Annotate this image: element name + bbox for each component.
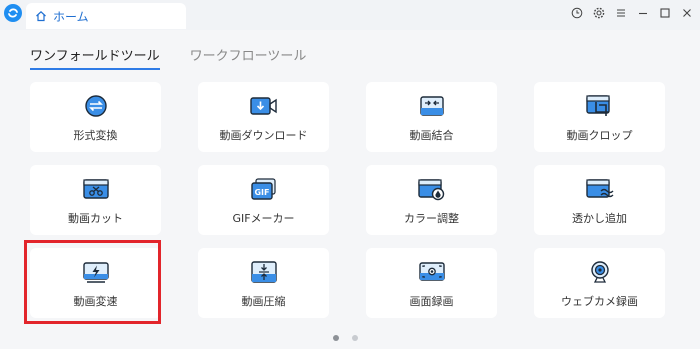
tool-card-video-merge[interactable]: 動画結合: [366, 82, 497, 152]
tool-grid: 形式変換 動画ダウンロード 動画結合 動画クロップ 動画カット GIF GIFメ…: [30, 82, 665, 318]
screen-record-icon: [417, 260, 447, 284]
settings-icon[interactable]: [592, 6, 606, 20]
tool-label: 透かし追加: [572, 212, 627, 225]
home-tab-label: ホーム: [53, 9, 89, 24]
home-icon: [35, 7, 47, 26]
page-dot-1[interactable]: [333, 335, 339, 341]
tool-card-video-compress[interactable]: 動画圧縮: [198, 248, 329, 318]
tool-card-video-speed[interactable]: 動画変速: [30, 248, 161, 318]
tab-workflow-tools[interactable]: ワークフローツール: [190, 48, 307, 70]
tool-label: 動画圧縮: [241, 295, 286, 308]
tab-one-fold-tools[interactable]: ワンフォールドツール: [30, 48, 160, 70]
menu-icon[interactable]: [614, 6, 628, 20]
tool-label: 形式変換: [73, 129, 118, 142]
tool-label: カラー調整: [404, 212, 459, 225]
maximize-icon[interactable]: [658, 6, 672, 20]
tool-card-color-adjust[interactable]: カラー調整: [366, 165, 497, 235]
merge-icon: [417, 94, 447, 118]
speed-icon: [81, 260, 111, 284]
webcam-icon: [585, 260, 615, 284]
color-adjust-icon: [417, 177, 447, 201]
tool-label: 動画カット: [68, 212, 123, 225]
tool-label: 画面録画: [409, 295, 454, 308]
tool-card-screen-record[interactable]: 画面録画: [366, 248, 497, 318]
svg-text:GIF: GIF: [254, 188, 269, 197]
tool-card-video-cut[interactable]: 動画カット: [30, 165, 161, 235]
tool-card-video-crop[interactable]: 動画クロップ: [534, 82, 665, 152]
page-indicator: [333, 335, 358, 341]
crop-icon: [585, 94, 615, 118]
tool-tabs: ワンフォールドツール ワークフローツール: [30, 48, 306, 72]
history-icon[interactable]: [570, 6, 584, 20]
tool-card-gif-maker[interactable]: GIF GIFメーカー: [198, 165, 329, 235]
gif-icon: GIF: [249, 177, 279, 201]
tool-label: 動画変速: [73, 295, 118, 308]
tool-label: GIFメーカー: [232, 212, 295, 225]
cut-icon: [81, 177, 111, 201]
tool-label: 動画クロップ: [566, 129, 633, 142]
tool-label: 動画ダウンロード: [219, 129, 308, 142]
tool-label: 動画結合: [409, 129, 454, 142]
home-tab[interactable]: ホーム: [26, 3, 186, 29]
watermark-icon: [585, 177, 615, 201]
minimize-icon[interactable]: [636, 6, 650, 20]
convert-icon: [81, 94, 111, 118]
tool-card-format-convert[interactable]: 形式変換: [30, 82, 161, 152]
tool-card-watermark[interactable]: 透かし追加: [534, 165, 665, 235]
tool-card-video-download[interactable]: 動画ダウンロード: [198, 82, 329, 152]
window-controls: [570, 4, 694, 22]
compress-icon: [249, 260, 279, 284]
title-bar: ホーム: [0, 0, 700, 30]
page-dot-2[interactable]: [352, 335, 358, 341]
close-icon[interactable]: [680, 6, 694, 20]
app-logo-icon: [4, 4, 22, 22]
tool-card-webcam-record[interactable]: ウェブカメ録画: [534, 248, 665, 318]
tool-label: ウェブカメ録画: [561, 295, 638, 308]
download-icon: [249, 94, 279, 118]
